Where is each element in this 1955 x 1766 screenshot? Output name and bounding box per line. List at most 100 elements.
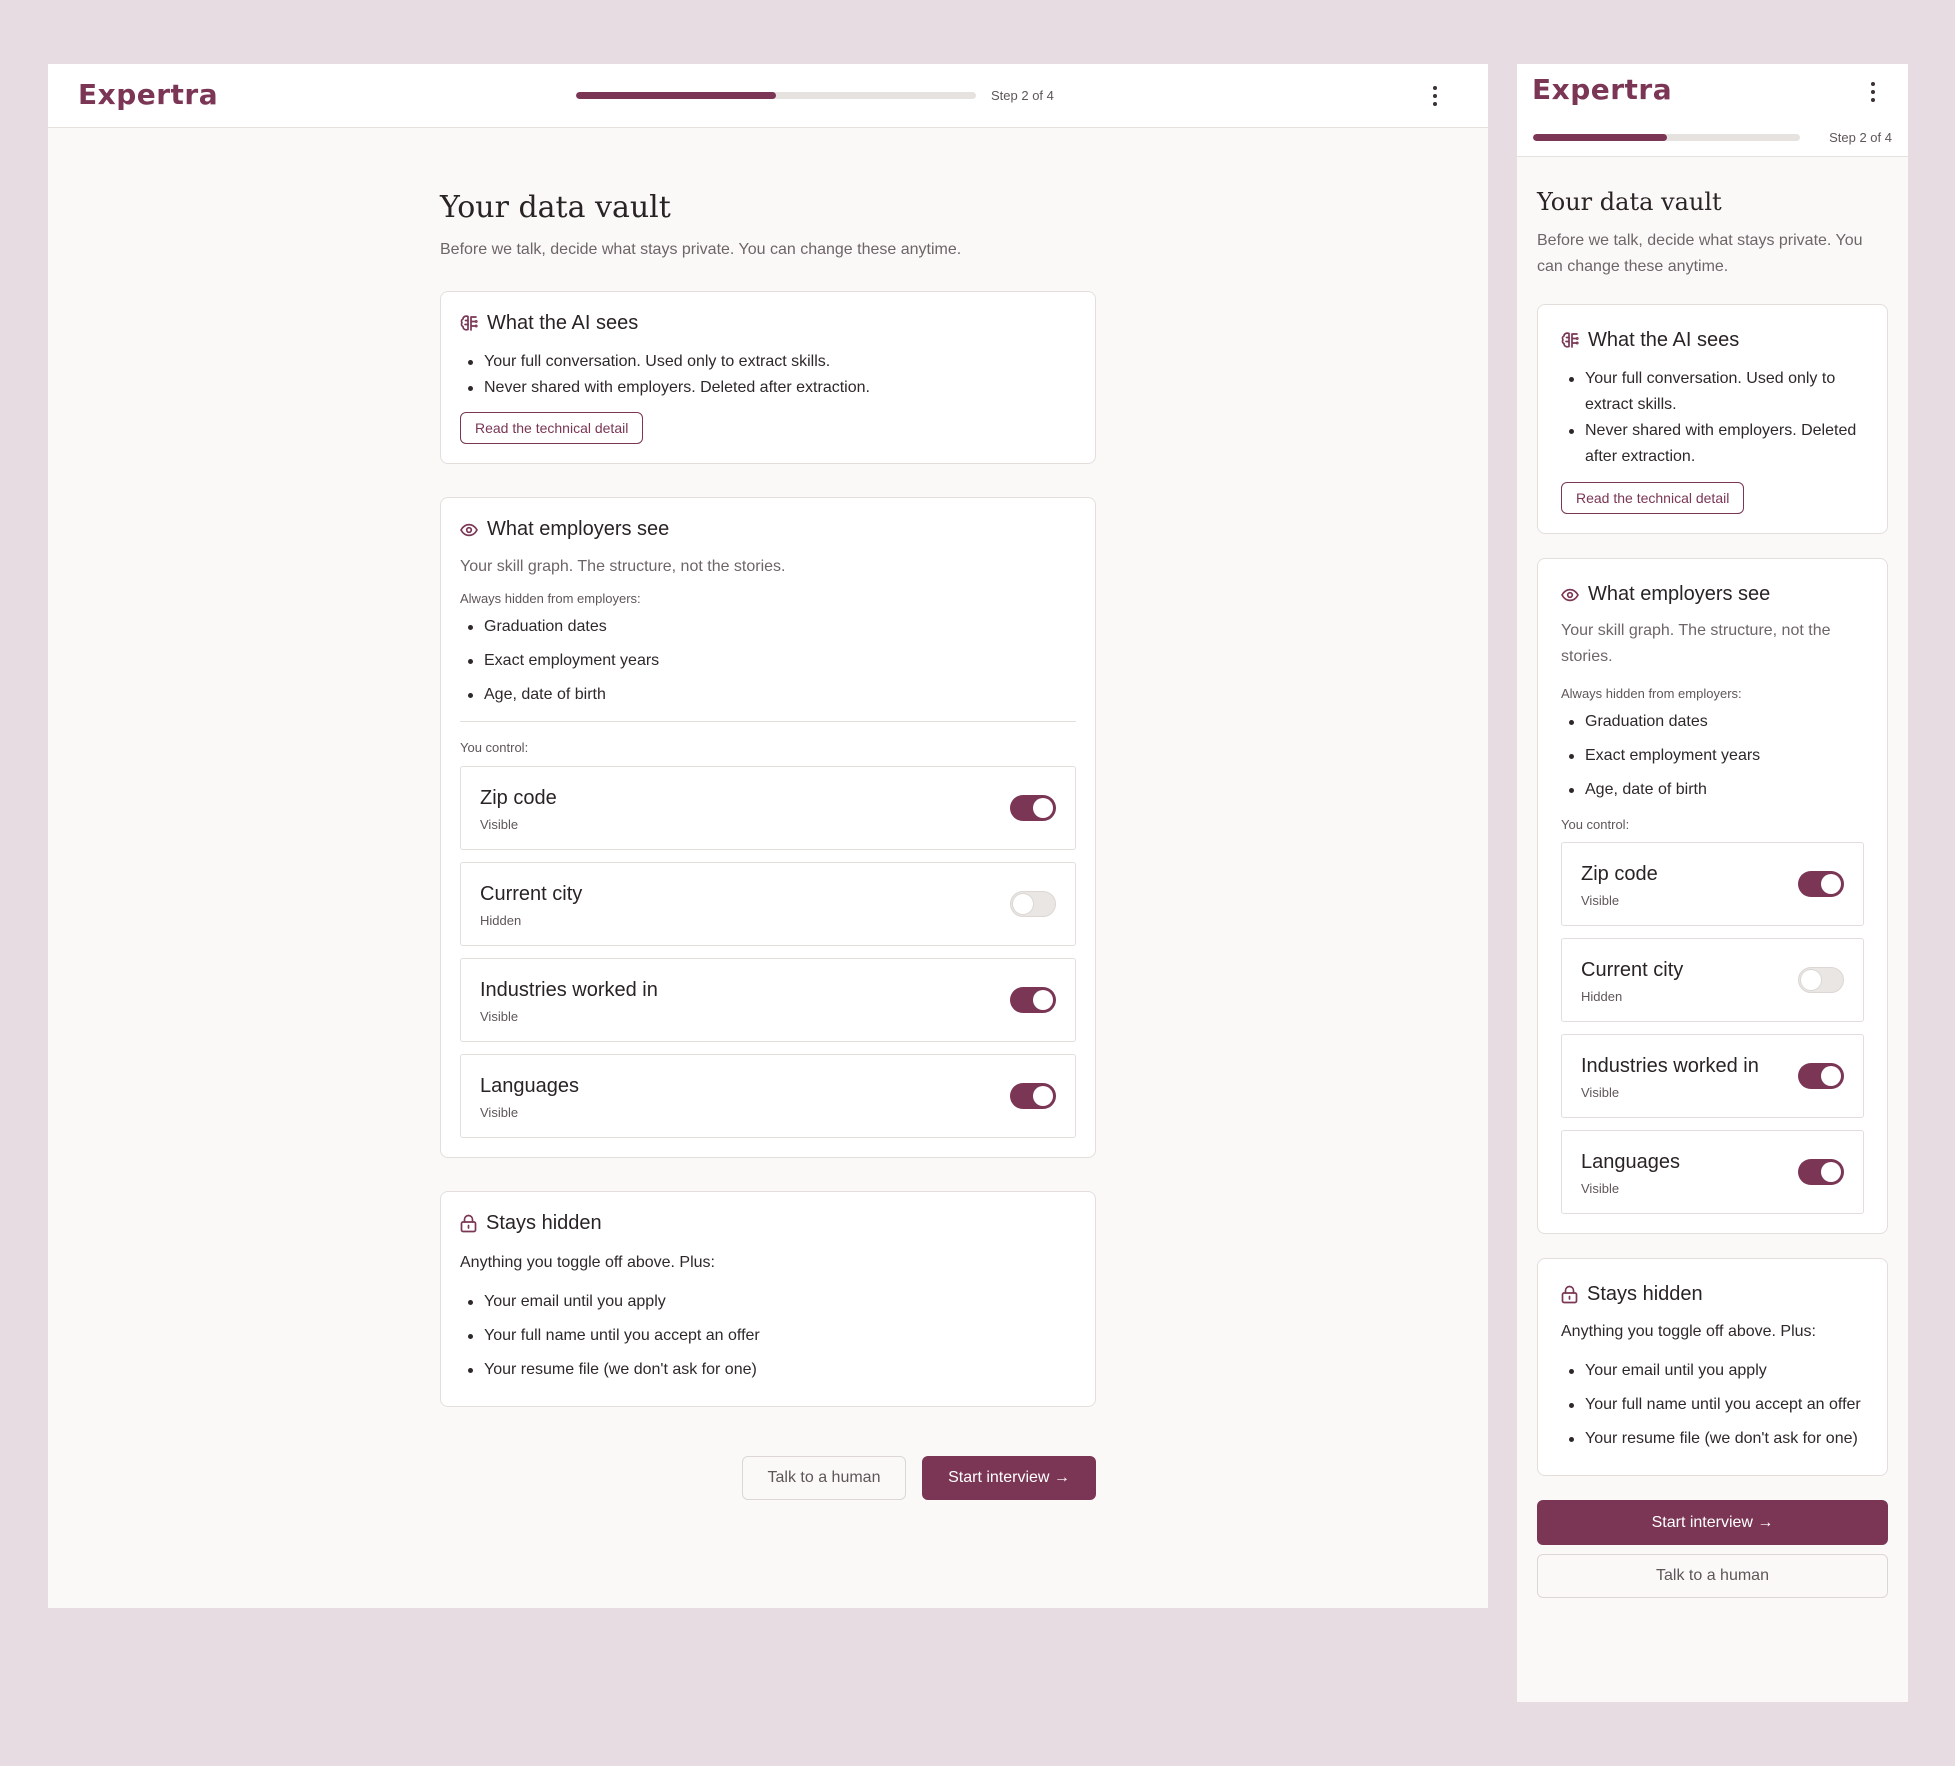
list-item: Exact employment years bbox=[1561, 739, 1864, 773]
talk-to-human-button[interactable]: Talk to a human bbox=[1537, 1554, 1888, 1598]
languages-switch[interactable] bbox=[1010, 1083, 1056, 1109]
toggle-list: Zip code Visible Current city Hidden Ind… bbox=[1561, 842, 1864, 1214]
start-interview-button[interactable]: Start interview → bbox=[922, 1456, 1096, 1500]
start-interview-button[interactable]: Start interview → bbox=[1537, 1500, 1888, 1545]
list-item: Age, date of birth bbox=[460, 678, 1076, 712]
eye-icon bbox=[460, 523, 478, 536]
toggle-state: Visible bbox=[1581, 892, 1620, 908]
actions: Start interview → Talk to a human bbox=[1537, 1500, 1888, 1598]
read-technical-detail-button[interactable]: Read the technical detail bbox=[460, 412, 644, 444]
list-item: Your email until you apply bbox=[460, 1285, 1076, 1319]
toggle-state: Visible bbox=[1581, 1084, 1620, 1100]
card-title: What the AI sees bbox=[487, 312, 639, 334]
page-subtitle: Before we talk, decide what stays privat… bbox=[440, 241, 962, 258]
stays-hidden-list: Your email until you apply Your full nam… bbox=[1561, 1354, 1864, 1456]
card-header: What the AI sees bbox=[1561, 329, 1864, 352]
card-title: What employers see bbox=[487, 518, 670, 540]
step-label: Step 2 of 4 bbox=[991, 88, 1054, 103]
zip-code-switch[interactable] bbox=[1798, 871, 1844, 897]
toggle-name: Current city bbox=[1581, 958, 1684, 981]
ai-bullets: Your full conversation. Used only to ext… bbox=[1561, 366, 1864, 470]
current-city-switch[interactable] bbox=[1798, 967, 1844, 993]
card-title: Stays hidden bbox=[1587, 1283, 1703, 1305]
card-title: Stays hidden bbox=[486, 1212, 602, 1234]
stays-hidden-intro: Anything you toggle off above. Plus: bbox=[1561, 1323, 1816, 1340]
industries-switch[interactable] bbox=[1798, 1063, 1844, 1089]
list-item: Your full conversation. Used only to ext… bbox=[1561, 366, 1864, 418]
more-options-icon[interactable] bbox=[1425, 82, 1445, 110]
toggle-row-languages[interactable]: Languages Visible bbox=[460, 1054, 1076, 1138]
ai-sees-card: What the AI sees Your full conversation.… bbox=[1537, 304, 1888, 534]
divider bbox=[460, 721, 1076, 722]
employers-see-card: What employers see Your skill graph. The… bbox=[440, 497, 1096, 1158]
ai-bullets: Your full conversation. Used only to ext… bbox=[460, 349, 1076, 401]
talk-to-human-button[interactable]: Talk to a human bbox=[742, 1456, 906, 1500]
brand-logo[interactable]: Expertra bbox=[78, 78, 218, 111]
header: Expertra Step 2 of 4 bbox=[48, 64, 1488, 128]
card-header: Stays hidden bbox=[460, 1212, 1076, 1235]
card-header: What employers see bbox=[1561, 583, 1864, 606]
read-technical-detail-button[interactable]: Read the technical detail bbox=[1561, 482, 1745, 514]
industries-switch[interactable] bbox=[1010, 987, 1056, 1013]
toggle-name: Languages bbox=[1581, 1150, 1680, 1173]
lock-icon bbox=[1561, 1285, 1578, 1304]
toggle-row-zip-code[interactable]: Zip code Visible bbox=[1561, 842, 1864, 926]
employers-see-card: What employers see Your skill graph. The… bbox=[1537, 558, 1888, 1234]
main-content: Your data vault Before we talk, decide w… bbox=[1537, 186, 1888, 1598]
card-title: What the AI sees bbox=[1588, 329, 1740, 351]
list-item: Never shared with employers. Deleted aft… bbox=[1561, 418, 1864, 470]
lock-icon bbox=[460, 1214, 477, 1233]
stays-hidden-list: Your email until you apply Your full nam… bbox=[460, 1285, 1076, 1387]
progress-bar bbox=[576, 92, 976, 99]
languages-switch[interactable] bbox=[1798, 1159, 1844, 1185]
actions: Talk to a human Start interview → bbox=[440, 1456, 1096, 1500]
toggle-row-zip-code[interactable]: Zip code Visible bbox=[460, 766, 1076, 850]
toggle-name: Languages bbox=[480, 1074, 579, 1097]
toggle-name: Industries worked in bbox=[1581, 1054, 1759, 1077]
current-city-switch[interactable] bbox=[1010, 891, 1056, 917]
toggle-row-current-city[interactable]: Current city Hidden bbox=[460, 862, 1076, 946]
list-item: Age, date of birth bbox=[1561, 773, 1864, 807]
toggle-row-industries[interactable]: Industries worked in Visible bbox=[460, 958, 1076, 1042]
toggle-state: Visible bbox=[480, 1008, 519, 1024]
more-options-icon[interactable] bbox=[1863, 78, 1883, 106]
brand-logo[interactable]: Expertra bbox=[1532, 73, 1672, 106]
toggle-name: Industries worked in bbox=[480, 978, 658, 1001]
toggle-state: Hidden bbox=[1581, 988, 1623, 1004]
page-subtitle: Before we talk, decide what stays privat… bbox=[1537, 232, 1863, 275]
card-header: Stays hidden bbox=[1561, 1283, 1864, 1306]
list-item: Your full name until you accept an offer bbox=[1561, 1388, 1864, 1422]
toggle-row-current-city[interactable]: Current city Hidden bbox=[1561, 938, 1864, 1022]
main-content: Your data vault Before we talk, decide w… bbox=[440, 188, 1096, 1500]
list-item: Your email until you apply bbox=[1561, 1354, 1864, 1388]
toggle-row-industries[interactable]: Industries worked in Visible bbox=[1561, 1034, 1864, 1118]
list-item: Your full name until you accept an offer bbox=[460, 1319, 1076, 1353]
zip-code-switch[interactable] bbox=[1010, 795, 1056, 821]
desktop-frame: Expertra Step 2 of 4 Your data vault Bef… bbox=[48, 64, 1488, 1608]
toggle-state: Hidden bbox=[480, 912, 522, 928]
toggle-state: Visible bbox=[480, 1104, 519, 1120]
toggle-row-languages[interactable]: Languages Visible bbox=[1561, 1130, 1864, 1214]
eye-icon bbox=[1561, 588, 1579, 601]
progress-fill bbox=[576, 92, 776, 99]
card-title: What employers see bbox=[1588, 583, 1771, 605]
toggle-name: Current city bbox=[480, 882, 583, 905]
list-item: Your resume file (we don't ask for one) bbox=[460, 1353, 1076, 1387]
you-control-label: You control: bbox=[460, 740, 529, 755]
page-title: Your data vault bbox=[440, 190, 671, 225]
list-item: Exact employment years bbox=[460, 644, 1076, 678]
stays-hidden-card: Stays hidden Anything you toggle off abo… bbox=[1537, 1258, 1888, 1476]
toggle-state: Visible bbox=[1581, 1180, 1620, 1196]
always-hidden-label: Always hidden from employers: bbox=[1561, 686, 1742, 701]
always-hidden-list: Graduation dates Exact employment years … bbox=[1561, 705, 1864, 807]
you-control-label: You control: bbox=[1561, 817, 1630, 832]
brain-icon bbox=[460, 314, 478, 331]
employers-description: Your skill graph. The structure, not the… bbox=[460, 558, 786, 575]
toggle-name: Zip code bbox=[480, 786, 557, 809]
header: Expertra Step 2 of 4 bbox=[1517, 64, 1908, 157]
progress-bar bbox=[1533, 134, 1800, 141]
list-item: Graduation dates bbox=[1561, 705, 1864, 739]
toggle-list: Zip code Visible Current city Hidden Ind… bbox=[460, 766, 1076, 1138]
toggle-name: Zip code bbox=[1581, 862, 1658, 885]
list-item: Your full conversation. Used only to ext… bbox=[460, 349, 1076, 375]
